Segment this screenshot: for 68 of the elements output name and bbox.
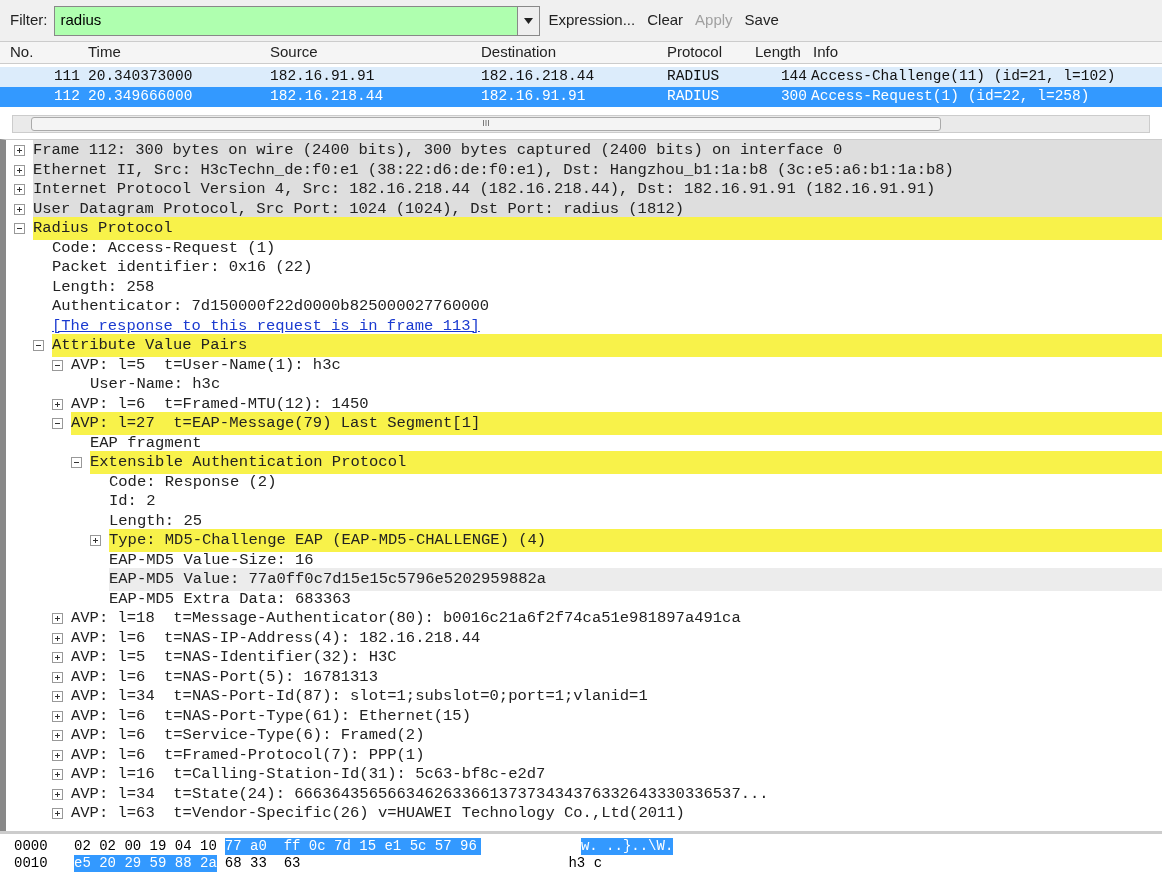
- column-header[interactable]: Source: [270, 41, 481, 64]
- hex-offset: 0010: [14, 855, 49, 872]
- expand-icon[interactable]: [52, 398, 63, 410]
- expand-icon[interactable]: [52, 691, 63, 703]
- filter-field[interactable]: radius: [53, 5, 540, 36]
- column-header[interactable]: Info: [813, 41, 1162, 64]
- column-header[interactable]: No.: [10, 41, 88, 64]
- toolbar-button[interactable]: Clear: [644, 9, 687, 32]
- column-header[interactable]: Time: [88, 41, 270, 64]
- expand-icon[interactable]: [52, 613, 63, 625]
- packet-cell-text: 111: [52, 67, 81, 87]
- hex-bytes: 68 33 63: [223, 855, 301, 872]
- packet-cell-text: 182.16.218.44: [270, 87, 385, 107]
- caret-icon: [523, 17, 533, 24]
- scrollbar-thumb[interactable]: III: [31, 117, 941, 131]
- hex-bytes-highlighted: 77 a0 ff 0c 7d 15 e1 5c 57 96: [224, 838, 481, 855]
- hex-bytes-highlighted: e5 20 29 59 88 2a: [74, 855, 217, 872]
- expand-icon[interactable]: [52, 710, 63, 722]
- expand-icon[interactable]: [14, 184, 25, 196]
- collapse-icon[interactable]: [52, 359, 63, 371]
- expand-icon[interactable]: [52, 769, 63, 781]
- expand-icon[interactable]: [14, 203, 25, 215]
- packet-cell-text: RADIUS: [667, 87, 721, 107]
- packet-cell-text: 182.16.218.44: [481, 67, 596, 87]
- packet-cell-text: Access-Request(1) (id=22, l=258): [811, 87, 1091, 107]
- column-header[interactable]: Protocol: [667, 41, 755, 64]
- expand-icon[interactable]: [52, 671, 63, 683]
- packet-cell-text: 112: [52, 87, 81, 107]
- expand-icon[interactable]: [90, 535, 101, 547]
- tree-item[interactable]: Type: MD5-Challenge EAP (EAP-MD5-CHALLENGE) (4): [109, 529, 1162, 553]
- ascii-text: h3 c: [568, 855, 603, 872]
- expand-icon[interactable]: [52, 749, 63, 761]
- toolbar-button[interactable]: Expression...: [545, 9, 639, 32]
- tree-item[interactable]: EAP-MD5 Value: 77a0ff0c7d15e15c5796e5202959882a: [109, 568, 1162, 592]
- packet-cell-text: 182.16.91.91: [270, 67, 376, 87]
- tree-item[interactable]: Radius Protocol: [33, 217, 1162, 241]
- hex-bytes: 02 02 00 19 04 10: [74, 838, 218, 855]
- expand-icon[interactable]: [52, 808, 63, 820]
- ascii-highlighted: w. ..}..\W.: [580, 838, 674, 855]
- packet-cell-text: Access-Challenge(11) (id=21, l=102): [811, 67, 1117, 87]
- collapse-icon[interactable]: [52, 418, 63, 430]
- collapse-icon[interactable]: [14, 223, 25, 235]
- expand-icon[interactable]: [52, 730, 63, 742]
- packet-row[interactable]: 111 20.340373000 182.16.91.91 182.16.218.44 RADIUS 144 Access-Challenge(11) (id=21, l=102): [0, 67, 1162, 87]
- filter-label: Filter:: [10, 10, 48, 31]
- expand-icon[interactable]: [52, 652, 63, 664]
- collapse-icon[interactable]: [71, 457, 82, 469]
- packet-cell-text: 20.340373000: [88, 67, 194, 87]
- expand-icon[interactable]: [52, 632, 63, 644]
- toolbar-button[interactable]: Save: [741, 9, 782, 32]
- expand-icon[interactable]: [14, 145, 25, 157]
- column-header[interactable]: Length: [755, 41, 813, 64]
- packet-cell-text: 182.16.91.91: [481, 87, 587, 107]
- horizontal-scrollbar[interactable]: III: [12, 115, 1150, 133]
- tree-item[interactable]: AVP: l=27 t=EAP-Message(79) Last Segment[1]: [71, 412, 1162, 436]
- dropdown-button[interactable]: [516, 6, 539, 35]
- tree-item[interactable]: Extensible Authentication Protocol: [90, 451, 1162, 475]
- tree-item[interactable]: Attribute Value Pairs: [52, 334, 1162, 358]
- packet-cell-text: 144: [779, 67, 808, 87]
- hex-offset: 0000: [14, 838, 49, 855]
- packet-cell-text: 20.349666000: [88, 87, 194, 107]
- collapse-icon[interactable]: [33, 340, 44, 352]
- column-header[interactable]: Destination: [481, 41, 667, 64]
- packet-cell-text: RADIUS: [667, 67, 721, 87]
- scrollbar-grip: III: [482, 117, 490, 131]
- expand-icon[interactable]: [52, 788, 63, 800]
- expand-icon[interactable]: [14, 164, 25, 176]
- packet-cell-text: 300: [779, 87, 808, 107]
